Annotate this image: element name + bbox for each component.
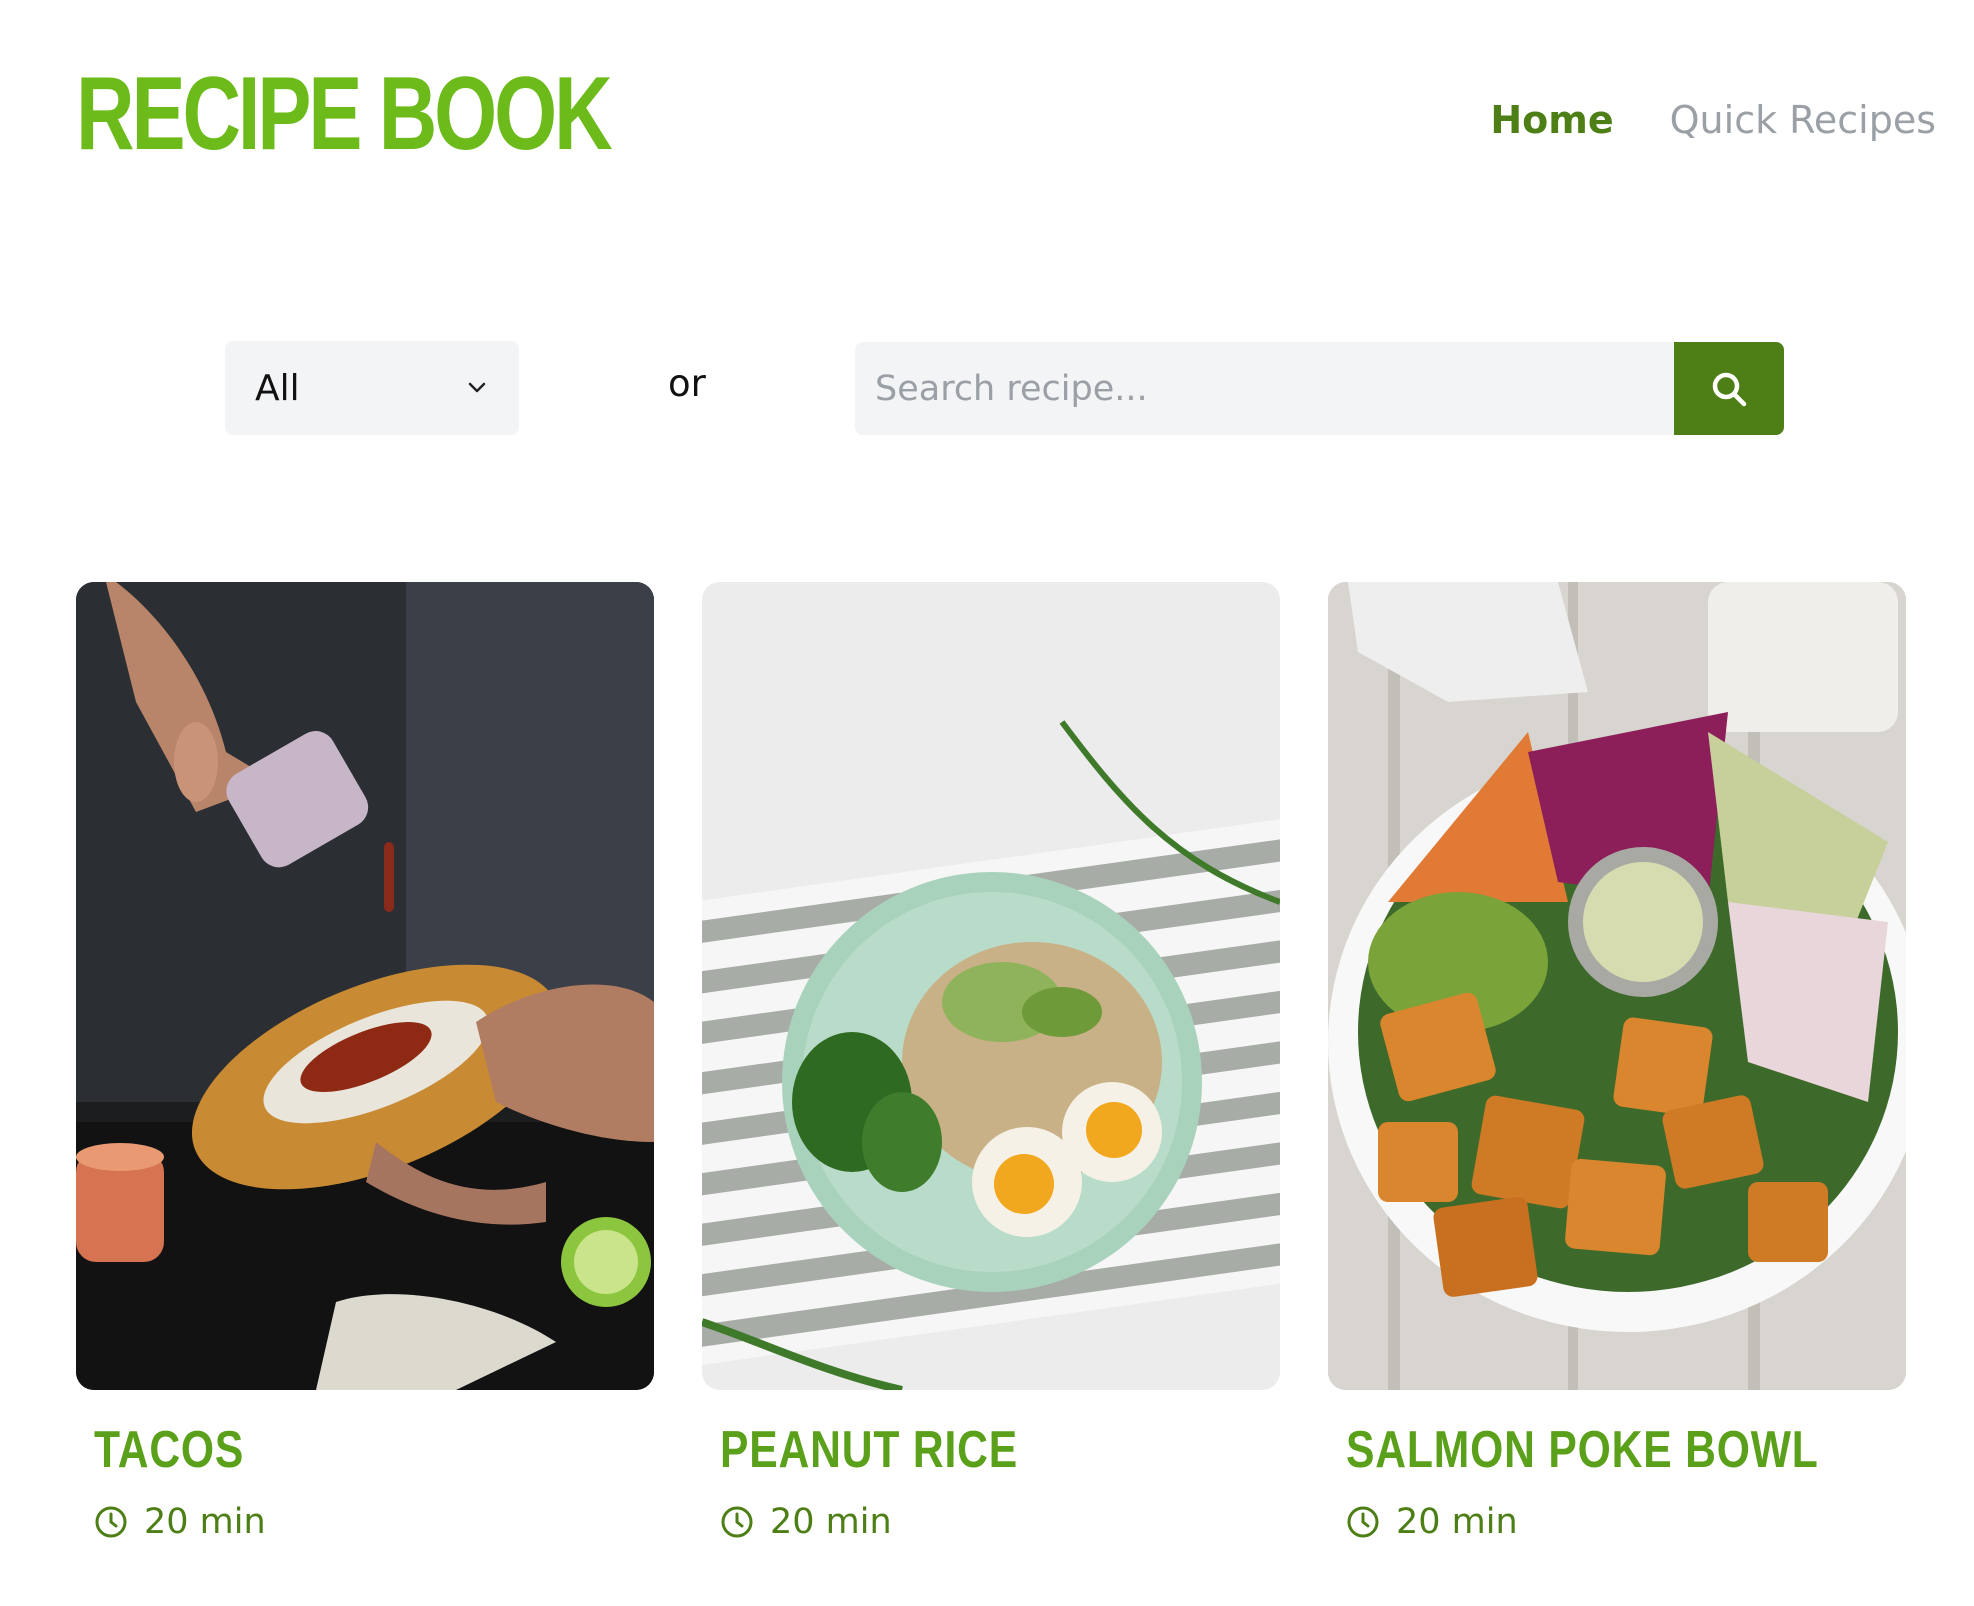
recipe-image-peanut-rice[interactable]: [702, 582, 1280, 1390]
search-button[interactable]: [1674, 342, 1784, 435]
recipe-time-value: 20 min: [144, 1502, 266, 1542]
recipe-card-salmon-poke-bowl[interactable]: SALMON POKE BOWL 20 min: [1328, 582, 1906, 1542]
recipe-time-value: 20 min: [1396, 1502, 1518, 1542]
clock-icon: [95, 1506, 127, 1538]
recipe-image-tacos[interactable]: [76, 582, 654, 1390]
chevron-down-icon: [468, 382, 486, 393]
site-logo[interactable]: RECIPE BOOK: [76, 62, 613, 166]
recipe-time: 20 min: [94, 1502, 654, 1542]
recipe-card-tacos[interactable]: TACOS 20 min: [76, 582, 654, 1542]
clock-icon: [1347, 1506, 1379, 1538]
search-icon: [1712, 372, 1747, 406]
search-field: [855, 342, 1675, 435]
recipe-title[interactable]: PEANUT RICE: [720, 1424, 1179, 1476]
recipe-image-salmon-poke-bowl[interactable]: [1328, 582, 1906, 1390]
nav-home[interactable]: Home: [1490, 96, 1613, 144]
category-select-value: All: [255, 367, 300, 409]
recipe-title[interactable]: TACOS: [94, 1424, 553, 1476]
or-label: or: [668, 362, 706, 405]
main-nav: Home Quick Recipes: [1490, 96, 1936, 144]
recipe-card-peanut-rice[interactable]: PEANUT RICE 20 min: [702, 582, 1280, 1542]
nav-quick-recipes[interactable]: Quick Recipes: [1670, 96, 1936, 144]
recipe-time: 20 min: [1346, 1502, 1906, 1542]
recipe-title[interactable]: SALMON POKE BOWL: [1346, 1424, 1818, 1476]
recipe-time: 20 min: [720, 1502, 1280, 1542]
clock-icon: [721, 1506, 753, 1538]
category-select[interactable]: All: [225, 341, 519, 435]
recipe-time-value: 20 min: [770, 1502, 892, 1542]
search-input[interactable]: [875, 368, 1675, 409]
